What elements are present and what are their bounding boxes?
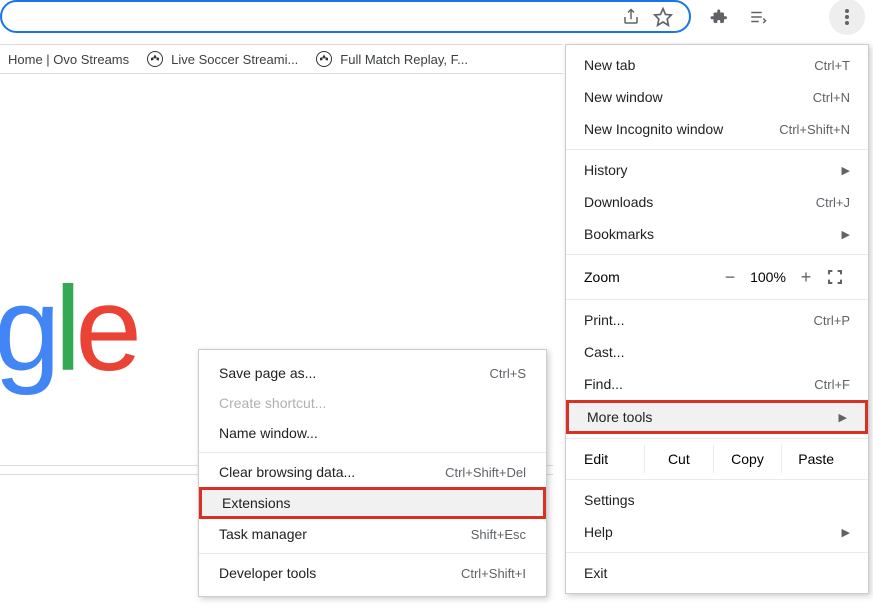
bookmark-label: Home | Ovo Streams [8,52,129,67]
bookmark-label: Full Match Replay, F... [340,52,468,67]
menu-label: Find... [584,376,623,392]
menu-new-incognito[interactable]: New Incognito window Ctrl+Shift+N [566,113,868,145]
fullscreen-icon[interactable] [820,269,850,285]
menu-cast[interactable]: Cast... [566,336,868,368]
submenu-task-manager[interactable]: Task manager Shift+Esc [199,519,546,549]
zoom-label: Zoom [584,269,620,285]
more-tools-submenu: Save page as... Ctrl+S Create shortcut..… [198,349,547,597]
shortcut: Ctrl+N [813,90,850,105]
zoom-in-button[interactable]: + [792,267,820,288]
submenu-create-shortcut: Create shortcut... [199,388,546,418]
share-icon[interactable] [621,7,641,27]
menu-separator [566,254,868,255]
menu-separator [566,552,868,553]
shortcut: Ctrl+S [490,366,526,381]
shortcut: Ctrl+Shift+N [779,122,850,137]
bookmark-item[interactable]: Home | Ovo Streams [8,52,129,67]
menu-label: Clear browsing data... [219,464,355,480]
zoom-value: 100% [744,269,792,285]
edit-cut-button[interactable]: Cut [644,445,713,473]
chrome-main-menu: New tab Ctrl+T New window Ctrl+N New Inc… [565,44,869,594]
edit-copy-button[interactable]: Copy [713,445,782,473]
bookmark-item[interactable]: Full Match Replay, F... [316,51,468,67]
submenu-save-page[interactable]: Save page as... Ctrl+S [199,358,546,388]
menu-downloads[interactable]: Downloads Ctrl+J [566,186,868,218]
shortcut: Ctrl+P [814,313,850,328]
menu-find[interactable]: Find... Ctrl+F [566,368,868,400]
menu-settings[interactable]: Settings [566,484,868,516]
menu-label: Print... [584,312,624,328]
extensions-icon[interactable] [706,5,730,29]
bookmark-item[interactable]: Live Soccer Streami... [147,51,298,67]
menu-history[interactable]: History ▶ [566,154,868,186]
shortcut: Ctrl+F [814,377,850,392]
submenu-extensions[interactable]: Extensions [199,487,546,519]
menu-label: Settings [584,492,635,508]
menu-edit-row: Edit Cut Copy Paste [566,443,868,475]
chevron-right-icon: ▶ [842,526,850,539]
menu-exit[interactable]: Exit [566,557,868,589]
menu-label: New Incognito window [584,121,723,137]
menu-label: Save page as... [219,365,316,381]
menu-label: Name window... [219,425,318,441]
menu-separator [566,149,868,150]
menu-label: Help [584,524,613,540]
menu-more-tools[interactable]: More tools ▶ [566,400,868,434]
google-logo: Google [0,260,136,398]
menu-label: Downloads [584,194,653,210]
menu-label: History [584,162,628,178]
menu-label: Extensions [222,495,290,511]
chevron-right-icon: ▶ [842,164,850,177]
menu-bookmarks[interactable]: Bookmarks ▶ [566,218,868,250]
menu-label: Exit [584,565,607,581]
menu-label: Developer tools [219,565,316,581]
menu-separator [566,479,868,480]
menu-new-window[interactable]: New window Ctrl+N [566,81,868,113]
menu-label: Task manager [219,526,307,542]
submenu-name-window[interactable]: Name window... [199,418,546,448]
menu-separator [199,553,546,554]
menu-print[interactable]: Print... Ctrl+P [566,304,868,336]
menu-label: More tools [587,409,652,425]
chevron-right-icon: ▶ [842,228,850,241]
shortcut: Shift+Esc [471,527,526,542]
submenu-dev-tools[interactable]: Developer tools Ctrl+Shift+I [199,558,546,588]
shortcut: Ctrl+Shift+Del [445,465,526,480]
menu-separator [199,452,546,453]
reading-list-icon[interactable] [746,5,770,29]
bookmarks-bar: Home | Ovo Streams Live Soccer Streami..… [0,44,563,74]
menu-label: Cast... [584,344,624,360]
submenu-clear-data[interactable]: Clear browsing data... Ctrl+Shift+Del [199,457,546,487]
shortcut: Ctrl+J [816,195,850,210]
menu-label: New window [584,89,663,105]
bookmark-label: Live Soccer Streami... [171,52,298,67]
star-icon[interactable] [653,7,673,27]
menu-separator [566,299,868,300]
address-bar[interactable] [0,0,691,33]
zoom-out-button[interactable]: − [716,267,744,288]
menu-label: Create shortcut... [219,395,326,411]
edit-paste-button[interactable]: Paste [781,445,850,473]
edit-label: Edit [584,451,644,467]
menu-label: New tab [584,57,635,73]
menu-label: Bookmarks [584,226,654,242]
menu-separator [566,438,868,439]
menu-new-tab[interactable]: New tab Ctrl+T [566,49,868,81]
shortcut: Ctrl+Shift+I [461,566,526,581]
soccer-icon [316,51,332,67]
menu-help[interactable]: Help ▶ [566,516,868,548]
chrome-menu-button[interactable] [829,0,865,35]
chevron-right-icon: ▶ [839,411,847,424]
shortcut: Ctrl+T [814,58,850,73]
menu-zoom: Zoom − 100% + [566,259,868,295]
soccer-icon [147,51,163,67]
toolbar-icons [698,4,873,30]
